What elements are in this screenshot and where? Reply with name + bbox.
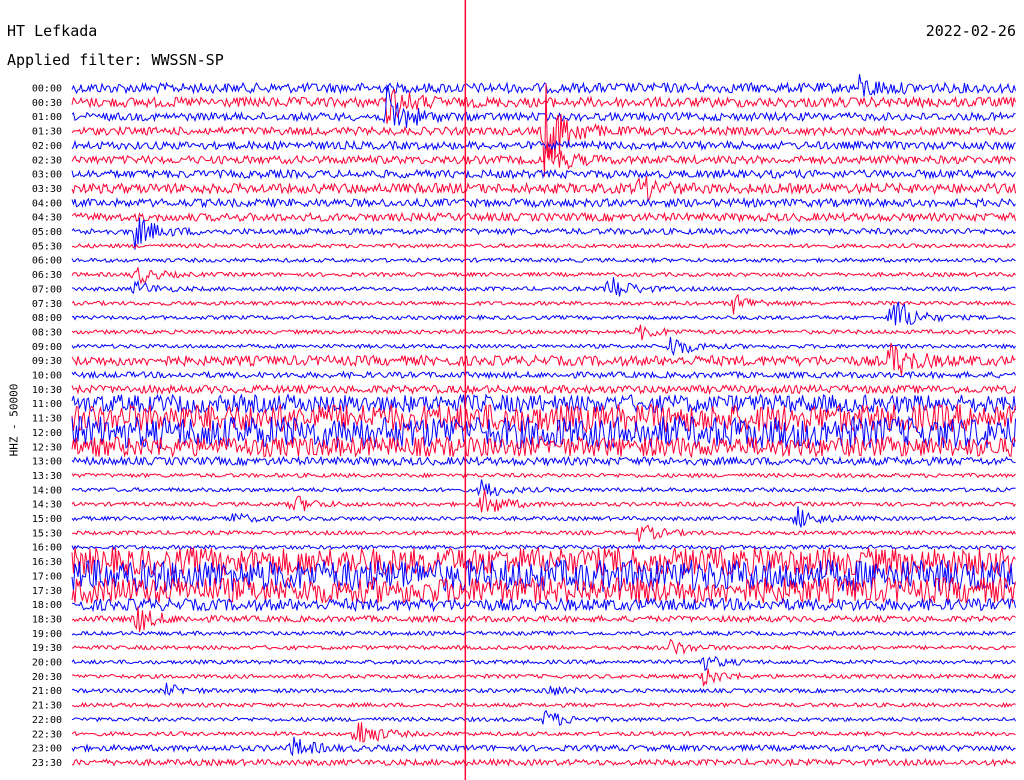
trace-row bbox=[71, 655, 1016, 672]
time-tick-label: 19:00 bbox=[32, 629, 62, 640]
time-tick-label: 12:30 bbox=[32, 442, 62, 453]
time-tick-label: 22:30 bbox=[32, 729, 62, 740]
time-tick-label: 19:30 bbox=[32, 643, 62, 654]
time-tick-label: 16:00 bbox=[32, 543, 62, 554]
trace-row bbox=[71, 336, 1016, 357]
trace-row bbox=[71, 342, 1016, 376]
time-tick-label: 08:30 bbox=[32, 327, 62, 338]
trace-row bbox=[71, 489, 1016, 513]
time-tick-label: 23:00 bbox=[32, 744, 62, 755]
time-tick-label: 15:30 bbox=[32, 528, 62, 539]
trace-row bbox=[71, 455, 1016, 467]
time-tick-labels: 00:00 00:30 01:00 01:30 02:00 02:30 03:00 03:30… bbox=[32, 84, 62, 769]
time-tick-label: 11:00 bbox=[32, 399, 62, 410]
time-tick-label: 05:00 bbox=[32, 227, 62, 238]
helicorder-plot: 00:00 00:30 01:00 01:30 02:00 02:30 03:00 03:30… bbox=[32, 0, 1016, 780]
time-tick-label: 06:00 bbox=[32, 256, 62, 267]
trace-row bbox=[71, 370, 1016, 380]
trace-row bbox=[71, 544, 1016, 551]
trace-row bbox=[71, 267, 1016, 285]
time-tick-label: 10:30 bbox=[32, 385, 62, 396]
trace-row bbox=[71, 668, 1016, 687]
time-tick-label: 17:30 bbox=[32, 586, 62, 597]
trace-row bbox=[71, 630, 1016, 637]
trace-row bbox=[71, 479, 1016, 497]
time-tick-label: 05:30 bbox=[32, 241, 62, 252]
time-tick-label: 16:30 bbox=[32, 557, 62, 568]
trace-row bbox=[71, 472, 1016, 479]
time-tick-label: 12:00 bbox=[32, 428, 62, 439]
time-tick-label: 22:00 bbox=[32, 715, 62, 726]
trace-row bbox=[71, 383, 1016, 396]
trace-row bbox=[71, 242, 1016, 249]
trace-row bbox=[71, 83, 1016, 177]
time-tick-label: 20:00 bbox=[32, 658, 62, 669]
time-tick-label: 11:30 bbox=[32, 414, 62, 425]
time-tick-label: 09:00 bbox=[32, 342, 62, 353]
trace-row bbox=[71, 506, 1016, 528]
time-tick-label: 13:30 bbox=[32, 471, 62, 482]
time-tick-label: 03:00 bbox=[32, 170, 62, 181]
trace-row bbox=[71, 293, 1016, 315]
time-tick-label: 18:30 bbox=[32, 614, 62, 625]
trace-row bbox=[71, 301, 1016, 326]
trace-row bbox=[71, 638, 1016, 656]
time-tick-label: 07:00 bbox=[32, 284, 62, 295]
trace-row bbox=[71, 196, 1016, 209]
time-tick-label: 23:30 bbox=[32, 758, 62, 769]
time-tick-label: 04:00 bbox=[32, 198, 62, 209]
time-tick-label: 04:30 bbox=[32, 213, 62, 224]
time-tick-label: 09:30 bbox=[32, 356, 62, 367]
time-tick-label: 07:30 bbox=[32, 299, 62, 310]
trace-row bbox=[71, 74, 1016, 97]
time-tick-label: 14:00 bbox=[32, 485, 62, 496]
time-tick-label: 01:00 bbox=[32, 112, 62, 123]
time-tick-label: 14:30 bbox=[32, 500, 62, 511]
trace-row bbox=[71, 256, 1016, 264]
time-tick-label: 00:30 bbox=[32, 98, 62, 109]
trace-row bbox=[71, 722, 1016, 743]
trace-row bbox=[71, 596, 1016, 613]
trace-row bbox=[71, 606, 1016, 633]
trace-row bbox=[71, 757, 1016, 767]
time-tick-label: 02:30 bbox=[32, 155, 62, 166]
time-tick-label: 20:30 bbox=[32, 672, 62, 683]
time-tick-label: 10:00 bbox=[32, 371, 62, 382]
time-tick-label: 21:30 bbox=[32, 701, 62, 712]
trace-row bbox=[72, 277, 1016, 297]
time-tick-label: 18:00 bbox=[32, 600, 62, 611]
trace-row bbox=[71, 168, 1016, 180]
trace-row bbox=[71, 709, 1016, 726]
trace-row bbox=[71, 682, 1016, 696]
time-tick-label: 15:00 bbox=[32, 514, 62, 525]
time-tick-label: 08:00 bbox=[32, 313, 62, 324]
time-tick-label: 13:00 bbox=[32, 457, 62, 468]
time-tick-label: 06:30 bbox=[32, 270, 62, 281]
time-tick-label: 01:30 bbox=[32, 127, 62, 138]
trace-row bbox=[71, 211, 1016, 223]
trace-row bbox=[72, 701, 1016, 709]
time-tick-label: 17:00 bbox=[32, 571, 62, 582]
trace-rows bbox=[71, 74, 1016, 767]
time-tick-label: 03:30 bbox=[32, 184, 62, 195]
time-tick-label: 02:00 bbox=[32, 141, 62, 152]
trace-row bbox=[71, 175, 1016, 201]
time-tick-label: 21:00 bbox=[32, 686, 62, 697]
trace-row bbox=[72, 524, 1016, 543]
trace-row bbox=[71, 324, 1016, 341]
time-tick-label: 00:00 bbox=[32, 84, 62, 95]
trace-row bbox=[71, 435, 1016, 459]
trace-row bbox=[71, 736, 1016, 757]
